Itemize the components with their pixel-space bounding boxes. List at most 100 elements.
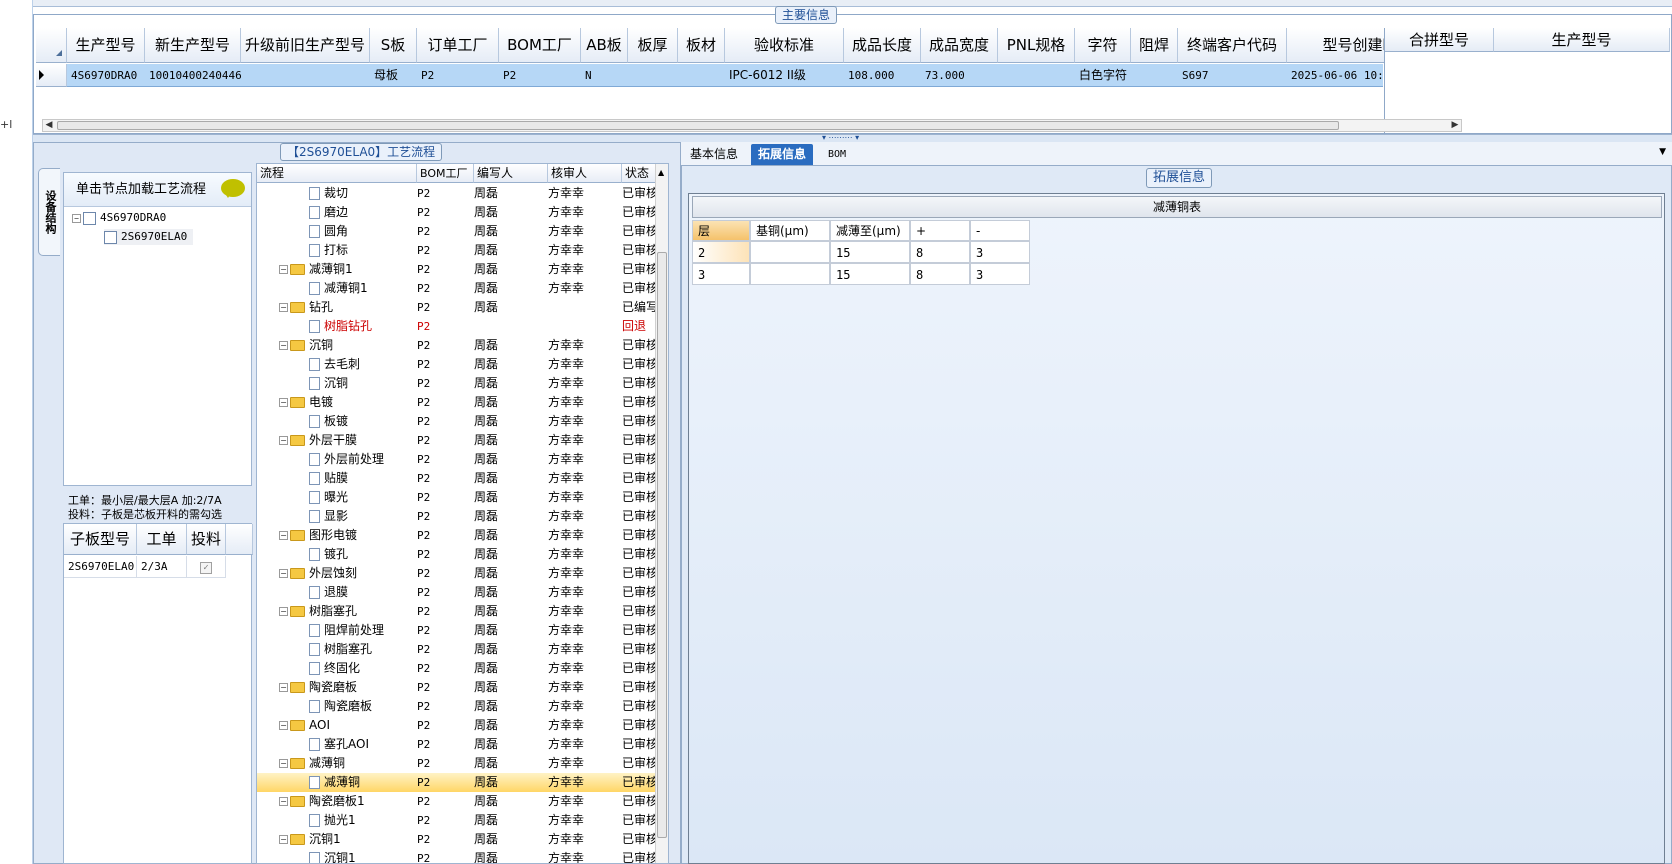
process-row[interactable]: − 陶瓷磨板 P2 周磊 方幸幸 已审核 bbox=[257, 678, 658, 697]
main-col-10[interactable]: 成品长度 bbox=[844, 28, 921, 63]
main-cell-6[interactable]: N bbox=[581, 64, 628, 87]
sub-col-feed[interactable]: 投料 bbox=[187, 524, 226, 555]
sub-col-model[interactable]: 子板型号 bbox=[64, 524, 137, 555]
process-row[interactable]: 曝光 P2 周磊 方幸幸 已审核 bbox=[257, 488, 658, 507]
scroll-left-icon[interactable]: ◀ bbox=[43, 120, 55, 131]
collapse-icon[interactable]: − bbox=[279, 531, 288, 540]
ext-cell-base[interactable] bbox=[750, 263, 830, 285]
ext-cell-plus[interactable]: 8 bbox=[910, 263, 970, 285]
main-cell-14[interactable] bbox=[1131, 64, 1178, 87]
main-cell-8[interactable] bbox=[678, 64, 725, 87]
main-cell-0[interactable]: 4S6970DRA0 bbox=[67, 64, 145, 87]
hscroll-thumb[interactable] bbox=[57, 121, 1339, 130]
main-col-0[interactable]: 生产型号 bbox=[67, 28, 145, 63]
process-row[interactable]: 树脂钻孔 P2 回退 bbox=[257, 317, 657, 336]
process-row[interactable]: 终固化 P2 周磊 方幸幸 已审核 bbox=[257, 659, 658, 678]
process-row[interactable]: − 电镀 P2 周磊 方幸幸 已审核 bbox=[257, 393, 658, 412]
process-row[interactable]: 磨边 P2 周磊 方幸幸 已审核 bbox=[257, 203, 658, 222]
tabs-dropdown-icon[interactable]: ▼ bbox=[1659, 147, 1666, 157]
ext-cell-thin_to[interactable]: 15 bbox=[830, 263, 910, 285]
process-row[interactable]: 贴膜 P2 周磊 方幸幸 已审核 bbox=[257, 469, 658, 488]
main-col-1[interactable]: 新生产型号 bbox=[145, 28, 241, 63]
ext-cell-base[interactable] bbox=[750, 241, 830, 263]
scroll-right-icon[interactable]: ▶ bbox=[1449, 120, 1461, 131]
collapse-icon[interactable]: − bbox=[72, 213, 81, 223]
process-row[interactable]: 抛光1 P2 周磊 方幸幸 已审核 bbox=[257, 811, 658, 830]
tab-extended-info[interactable]: 拓展信息 bbox=[751, 144, 814, 165]
main-cell-2[interactable] bbox=[241, 64, 370, 87]
process-row[interactable]: 去毛刺 P2 周磊 方幸幸 已审核 bbox=[257, 355, 658, 374]
process-row[interactable]: 沉铜1 P2 周磊 方幸幸 已审核 bbox=[257, 849, 658, 863]
main-col-9[interactable]: 验收标准 bbox=[725, 28, 844, 63]
main-cell-3[interactable]: 母板 bbox=[370, 64, 417, 87]
process-row[interactable]: 退膜 P2 周磊 方幸幸 已审核 bbox=[257, 583, 658, 602]
collapse-icon[interactable]: − bbox=[279, 835, 288, 844]
main-cell-4[interactable]: P2 bbox=[417, 64, 499, 87]
main-cell-15[interactable]: S697 bbox=[1178, 64, 1287, 87]
main-col-7[interactable]: 板厚 bbox=[628, 28, 678, 63]
merge-model-header[interactable]: 合拼型号 bbox=[1385, 28, 1494, 52]
ext-cell-minus[interactable]: 3 bbox=[970, 241, 1030, 263]
sub-row-order[interactable]: 2/3A bbox=[137, 556, 187, 578]
ext-cell-thin_to[interactable]: 15 bbox=[830, 241, 910, 263]
process-row[interactable]: − AOI P2 周磊 方幸幸 已审核 bbox=[257, 716, 658, 735]
structure-vertical-tab[interactable]: 设备结构 bbox=[38, 168, 60, 256]
ext-cell-plus[interactable]: 8 bbox=[910, 241, 970, 263]
ext-col-2[interactable]: 减薄至(μm) bbox=[830, 220, 910, 241]
process-row[interactable]: 圆角 P2 周磊 方幸幸 已审核 bbox=[257, 222, 658, 241]
process-row[interactable]: − 图形电镀 P2 周磊 方幸幸 已审核 bbox=[257, 526, 658, 545]
feed-checkbox[interactable]: ✓ bbox=[200, 562, 212, 574]
process-row[interactable]: − 外层干膜 P2 周磊 方幸幸 已审核 bbox=[257, 431, 658, 450]
tab-basic-info[interactable]: 基本信息 bbox=[683, 144, 745, 165]
collapse-icon[interactable]: − bbox=[279, 569, 288, 578]
process-row[interactable]: − 陶瓷磨板1 P2 周磊 方幸幸 已审核 bbox=[257, 792, 658, 811]
main-cell-9[interactable]: IPC-6012 II级 bbox=[725, 64, 844, 87]
vscroll-thumb[interactable] bbox=[657, 252, 667, 838]
proc-col-writer[interactable]: 编写人 bbox=[474, 164, 548, 183]
ext-col-4[interactable]: - bbox=[970, 220, 1030, 241]
process-row[interactable]: 裁切 P2 周磊 方幸幸 已审核 bbox=[257, 184, 658, 203]
splitter-grip-icon[interactable]: ▾ ⋯⋯⋯ ▾ bbox=[822, 134, 859, 142]
main-cell-7[interactable] bbox=[628, 64, 678, 87]
process-row[interactable]: 陶瓷磨板 P2 周磊 方幸幸 已审核 bbox=[257, 697, 658, 716]
proc-col-bom[interactable]: BOM工厂 bbox=[417, 164, 474, 183]
main-col-4[interactable]: 订单工厂 bbox=[417, 28, 499, 63]
main-col-6[interactable]: AB板 bbox=[581, 28, 628, 63]
scroll-up-icon[interactable]: ▲ bbox=[658, 168, 664, 177]
collapse-icon[interactable]: − bbox=[279, 341, 288, 350]
ext-cell-minus[interactable]: 3 bbox=[970, 263, 1030, 285]
main-grid-hscrollbar[interactable]: ◀ ▶ bbox=[42, 119, 1462, 132]
process-row[interactable]: 树脂塞孔 P2 周磊 方幸幸 已审核 bbox=[257, 640, 658, 659]
process-row[interactable]: 板镀 P2 周磊 方幸幸 已审核 bbox=[257, 412, 658, 431]
proc-col-reviewer[interactable]: 核审人 bbox=[548, 164, 622, 183]
process-row[interactable]: 塞孔AOI P2 周磊 方幸幸 已审核 bbox=[257, 735, 658, 754]
ext-cell-layer[interactable]: 3 bbox=[692, 263, 750, 285]
main-col-12[interactable]: PNL规格 bbox=[998, 28, 1075, 63]
main-cell-12[interactable] bbox=[998, 64, 1075, 87]
collapse-icon[interactable]: − bbox=[279, 607, 288, 616]
main-col-14[interactable]: 阻焊 bbox=[1131, 28, 1178, 63]
main-cell-10[interactable]: 108.000 bbox=[844, 64, 921, 87]
process-row[interactable]: − 外层蚀刻 P2 周磊 方幸幸 已审核 bbox=[257, 564, 658, 583]
collapse-icon[interactable]: − bbox=[279, 398, 288, 407]
process-row[interactable]: − 沉铜 P2 周磊 方幸幸 已审核 bbox=[257, 336, 658, 355]
process-row[interactable]: 外层前处理 P2 周磊 方幸幸 已审核 bbox=[257, 450, 658, 469]
row-indicator[interactable] bbox=[36, 64, 67, 87]
main-col-5[interactable]: BOM工厂 bbox=[499, 28, 581, 63]
collapse-icon[interactable]: − bbox=[279, 303, 288, 312]
process-row[interactable]: − 减薄铜1 P2 周磊 方幸幸 已审核 bbox=[257, 260, 658, 279]
main-col-2[interactable]: 升级前旧生产型号 bbox=[241, 28, 370, 63]
collapse-icon[interactable]: − bbox=[279, 683, 288, 692]
process-row[interactable]: 阻焊前处理 P2 周磊 方幸幸 已审核 bbox=[257, 621, 658, 640]
ext-cell-layer[interactable]: 2 bbox=[692, 241, 750, 263]
main-cell-5[interactable]: P2 bbox=[499, 64, 581, 87]
main-col-11[interactable]: 成品宽度 bbox=[921, 28, 998, 63]
process-row[interactable]: 减薄铜1 P2 周磊 方幸幸 已审核 bbox=[257, 279, 658, 298]
proc-col-status[interactable]: 状态 bbox=[622, 164, 657, 183]
process-row[interactable]: − 钻孔 P2 周磊 已编写 bbox=[257, 298, 658, 317]
proc-col-flow[interactable]: 流程 bbox=[257, 164, 417, 183]
sub-row-feed[interactable]: ✓ bbox=[187, 556, 226, 578]
collapse-icon[interactable]: − bbox=[279, 721, 288, 730]
collapse-icon[interactable]: − bbox=[279, 436, 288, 445]
ext-col-0[interactable]: 层 bbox=[692, 220, 750, 241]
